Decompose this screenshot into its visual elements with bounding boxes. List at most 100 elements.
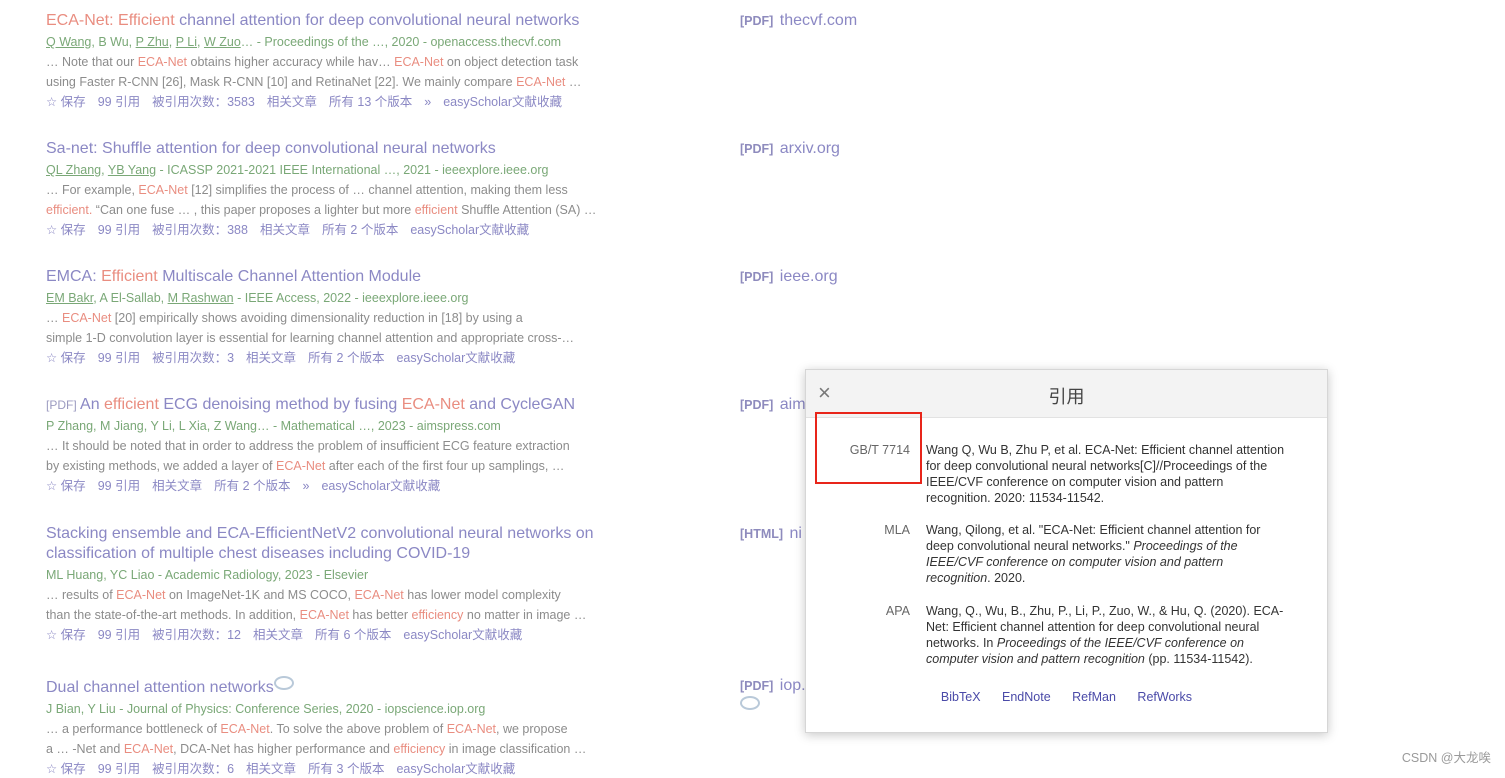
watermark: CSDN @大龙唉	[1401, 751, 1491, 765]
author-link[interactable]: P Zhu	[136, 35, 169, 49]
action-link[interactable]: 99 引用	[98, 351, 140, 365]
side-fulltext-link[interactable]: [PDF] thecvf.com	[740, 11, 857, 31]
result-snippet: … results of ECA-Net on ImageNet-1K and …	[46, 586, 646, 625]
snippet-text: obtains higher accuracy while hav…	[187, 55, 395, 69]
side-fulltext-link[interactable]: [PDF] arxiv.org	[740, 139, 840, 159]
result-snippet: … ECA-Net [20] empirically shows avoidin…	[46, 309, 646, 348]
result-title-link[interactable]: [PDF] An efficient ECG denoising method …	[46, 395, 646, 415]
side-fulltext-link[interactable]: [PDF] aim	[740, 395, 806, 415]
result-item: EMCA: Efficient Multiscale Channel Atten…	[46, 267, 646, 367]
action-link[interactable]: 相关文章	[260, 223, 310, 237]
highlighted-term: ECA-Net	[276, 458, 326, 473]
snippet-text: [20] empirically shows avoiding dimensio…	[111, 311, 523, 325]
snippet-text: … For example,	[46, 183, 139, 197]
side-fulltext-link[interactable]: [PDF] iop.	[740, 676, 806, 718]
action-link[interactable]: ☆ 保存	[46, 223, 86, 237]
action-link[interactable]: ☆ 保存	[46, 762, 86, 776]
action-link[interactable]: 所有 3 个版本	[308, 762, 384, 776]
source-site: aim	[779, 396, 806, 413]
action-link[interactable]: 相关文章	[152, 479, 202, 493]
snippet-text: Shuffle Attention (SA) …	[457, 202, 597, 217]
action-link[interactable]: 所有 13 个版本	[329, 95, 412, 109]
title-text: EMCA:	[46, 268, 102, 285]
action-link[interactable]: 被引用次数：3583	[152, 95, 255, 109]
action-link[interactable]: 99 引用	[98, 479, 140, 493]
action-link[interactable]: 被引用次数：3	[152, 351, 234, 365]
action-link[interactable]: 所有 2 个版本	[322, 223, 398, 237]
action-link[interactable]: ☆ 保存	[46, 479, 86, 493]
result-actions: ☆ 保存 99 引用 被引用次数：6 相关文章 所有 3 个版本 easyScholar文…	[46, 760, 646, 778]
source-site: ni	[789, 525, 802, 542]
highlighted-term: ECA-Net	[299, 607, 349, 622]
result-snippet: … Note that our ECA-Net obtains higher a…	[46, 53, 646, 92]
side-fulltext-link[interactable]: [HTML] ni	[740, 524, 802, 544]
highlighted-term: ECA-Net	[61, 311, 112, 325]
action-link[interactable]: easyScholar文献收藏	[396, 762, 515, 776]
author-link[interactable]: YB Yang	[108, 163, 156, 177]
result-title-link[interactable]: Dual channel attention networks	[46, 676, 646, 698]
file-type-tag: [PDF]	[740, 270, 774, 284]
result-snippet: … a performance bottleneck of ECA-Net. T…	[46, 720, 646, 759]
action-link[interactable]: 99 引用	[98, 762, 140, 776]
author-link[interactable]: EM Bakr	[46, 291, 93, 305]
export-refman-link[interactable]: RefMan	[1072, 690, 1116, 704]
author-link[interactable]: M Rashwan	[168, 291, 234, 305]
highlighted-term: ECA-Net	[446, 722, 497, 736]
scholar-egg-icon	[273, 676, 294, 690]
action-link[interactable]: »	[424, 95, 431, 109]
meta-text: P Zhang, M Jiang, Y Li, L Xia, Z Wang… -…	[46, 419, 501, 433]
action-link[interactable]: 99 引用	[98, 223, 140, 237]
export-bibtex-link[interactable]: BibTeX	[941, 690, 981, 704]
action-link[interactable]: easyScholar文献收藏	[443, 95, 562, 109]
file-type-tag: [HTML]	[740, 527, 784, 541]
result-title-link[interactable]: Sa-net: Shuffle attention for deep convo…	[46, 139, 646, 159]
action-link[interactable]: 相关文章	[246, 762, 296, 776]
action-link[interactable]: ☆ 保存	[46, 95, 86, 109]
meta-text: ,	[168, 35, 176, 49]
author-link[interactable]: QL Zhang	[46, 163, 101, 177]
result-item: Sa-net: Shuffle attention for deep convo…	[46, 139, 646, 239]
snippet-text: in image classification …	[445, 741, 587, 756]
result-title-link[interactable]: EMCA: Efficient Multiscale Channel Atten…	[46, 267, 646, 287]
citation-text[interactable]: Wang Q, Wu B, Zhu P, et al. ECA-Net: Eff…	[926, 442, 1288, 506]
export-refworks-link[interactable]: RefWorks	[1137, 690, 1192, 704]
action-link[interactable]: 所有 6 个版本	[315, 628, 391, 642]
snippet-line: efficient. “Can one fuse … , this paper …	[46, 201, 646, 221]
author-link[interactable]: W Zuo	[204, 35, 241, 49]
citation-text[interactable]: Wang, Q., Wu, B., Zhu, P., Li, P., Zuo, …	[926, 603, 1288, 667]
action-link[interactable]: 所有 2 个版本	[308, 351, 384, 365]
action-link[interactable]: easyScholar文献收藏	[396, 351, 515, 365]
snippet-line: by existing methods, we added a layer of…	[46, 457, 646, 477]
snippet-text: using Faster R-CNN [26], Mask R-CNN [10]…	[46, 74, 517, 89]
action-link[interactable]: 被引用次数：6	[152, 762, 234, 776]
action-link[interactable]: ☆ 保存	[46, 628, 86, 642]
citation-text[interactable]: Wang, Qilong, et al. "ECA-Net: Efficient…	[926, 522, 1288, 586]
author-link[interactable]: P Li	[176, 35, 197, 49]
action-link[interactable]: 相关文章	[253, 628, 303, 642]
snippet-line: a … -Net and ECA-Net, DCA-Net has higher…	[46, 740, 646, 760]
export-endnote-link[interactable]: EndNote	[1002, 690, 1051, 704]
highlighted-term: ECA-Net: Efficient	[46, 12, 175, 29]
author-link[interactable]: Q Wang	[46, 35, 91, 49]
action-link[interactable]: easyScholar文献收藏	[410, 223, 529, 237]
title-text: and CycleGAN	[464, 396, 576, 413]
snippet-text: than the state-of-the-art methods. In ad…	[46, 607, 300, 622]
result-snippet: … It should be noted that in order to ad…	[46, 437, 646, 476]
highlighted-term: ECA-Net	[137, 55, 188, 69]
result-item: [PDF] An efficient ECG denoising method …	[46, 395, 646, 495]
action-link[interactable]: 被引用次数：12	[152, 628, 241, 642]
action-link[interactable]: 相关文章	[267, 95, 317, 109]
action-link[interactable]: easyScholar文献收藏	[321, 479, 440, 493]
action-link[interactable]: 相关文章	[246, 351, 296, 365]
action-link[interactable]: 99 引用	[98, 95, 140, 109]
result-title-link[interactable]: Stacking ensemble and ECA-EfficientNetV2…	[46, 524, 646, 564]
side-fulltext-link[interactable]: [PDF] ieee.org	[740, 267, 838, 287]
action-link[interactable]: easyScholar文献收藏	[403, 628, 522, 642]
result-title-link[interactable]: ECA-Net: Efficient channel attention for…	[46, 11, 646, 31]
action-link[interactable]: 所有 2 个版本	[214, 479, 290, 493]
action-link[interactable]: 99 引用	[98, 628, 140, 642]
highlighted-term: efficient	[104, 396, 159, 413]
action-link[interactable]: ☆ 保存	[46, 351, 86, 365]
action-link[interactable]: 被引用次数：388	[152, 223, 248, 237]
action-link[interactable]: »	[303, 479, 310, 493]
